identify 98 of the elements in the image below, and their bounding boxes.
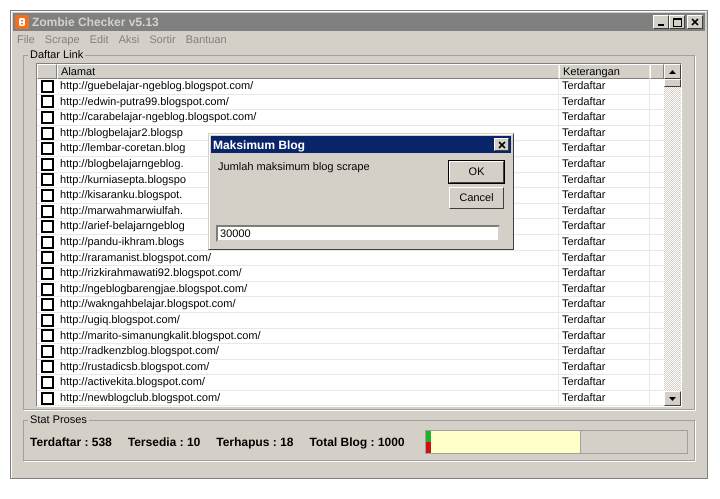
menu-item[interactable]: Edit	[90, 34, 109, 46]
table-cell: http://blogbelajarngeblog.	[60, 158, 184, 170]
maximize-button[interactable]	[669, 15, 685, 29]
checkbox[interactable]	[40, 266, 54, 280]
scrollbar[interactable]	[664, 64, 681, 406]
stat-label: Tersedia : 10	[128, 435, 200, 450]
table-cell: http://kisaranku.blogspot.	[60, 189, 182, 202]
table-cell: Terdaftar	[562, 345, 606, 358]
checkbox[interactable]	[40, 80, 54, 93]
app-icon	[15, 15, 29, 29]
table-cell: http://kurniasepta.blogspo	[60, 174, 186, 186]
table-cell: Terdaftar	[562, 204, 606, 217]
input-field[interactable]: 30000	[216, 225, 500, 242]
scroll-up-button[interactable]	[664, 64, 681, 79]
table-cell: http://ngeblogbarengjae.blogspot.com/	[60, 282, 248, 295]
table-cell: http://activekita.blogspot.com/	[60, 376, 205, 388]
dialog-button[interactable]: OK	[449, 161, 504, 183]
table-cell: Terdaftar	[562, 220, 606, 232]
column-header[interactable]: Alamat	[57, 64, 559, 79]
table-cell: Terdaftar	[562, 330, 606, 342]
scroll-down-button[interactable]	[664, 391, 681, 406]
table-cell: Terdaftar	[562, 252, 606, 264]
table-cell: http://marwahmarwiulfah.	[60, 204, 183, 217]
menu-item[interactable]: Bantuan	[186, 34, 227, 46]
group-title: Daftar Link	[29, 49, 84, 61]
checkbox[interactable]	[40, 282, 54, 296]
checkbox[interactable]	[40, 314, 54, 327]
table-cell: Terdaftar	[562, 174, 606, 186]
table-cell: Terdaftar	[562, 267, 606, 280]
table-cell: http://lembar-coretan.blog	[60, 142, 186, 154]
table-cell: Terdaftar	[562, 96, 606, 108]
table-cell: Terdaftar	[562, 360, 606, 373]
checkbox[interactable]	[40, 204, 54, 218]
checkbox[interactable]	[40, 298, 54, 312]
checkbox[interactable]	[40, 158, 54, 171]
column-header[interactable]: Keterangan	[559, 64, 650, 79]
table-cell: http://newblogclub.blogspot.com/	[60, 392, 220, 404]
menu-item[interactable]: Scrape	[44, 34, 80, 46]
checkbox[interactable]	[40, 95, 54, 108]
table-cell: http://blogbelajar2.blogsp	[60, 126, 183, 139]
table-cell: Terdaftar	[562, 142, 606, 154]
table-cell: http://wakngahbelajar.blogspot.com/	[60, 298, 236, 310]
minimize-button[interactable]	[653, 15, 669, 29]
dialog-title: Maksimum Blog	[213, 138, 306, 152]
scroll-thumb[interactable]	[664, 79, 681, 87]
table-cell: http://carabelajar-ngeblog.blogspot.com/	[60, 111, 256, 124]
table-cell: Terdaftar	[562, 158, 606, 170]
window-title: Zombie Checker v5.13	[32, 15, 160, 29]
table-cell: Terdaftar	[562, 80, 606, 92]
stat-label: Terdaftar : 538	[30, 435, 112, 450]
status-marker-icon	[426, 431, 431, 454]
dialog-button[interactable]: Cancel	[449, 187, 504, 209]
table-cell: Terdaftar	[562, 189, 606, 202]
menu-item[interactable]: File	[17, 34, 35, 46]
table-cell: http://raramanist.blogspot.com/	[60, 252, 212, 264]
close-icon	[498, 140, 506, 148]
table-cell: Terdaftar	[562, 282, 606, 295]
checkbox[interactable]	[40, 142, 54, 156]
menu-item[interactable]: Sortir	[149, 34, 176, 46]
checkbox[interactable]	[40, 110, 54, 124]
table-cell: http://radkenzblog.blogspot.com/	[60, 345, 219, 358]
table-cell: http://ugiq.blogspot.com/	[60, 314, 180, 326]
table-cell: Terdaftar	[562, 298, 606, 310]
table-cell: http://rizkirahmawati92.blogspot.com/	[60, 267, 242, 280]
prompt-text: Jumlah maksimum blog scrape	[218, 161, 370, 175]
table-cell: Terdaftar	[562, 111, 606, 124]
checkbox[interactable]	[40, 360, 54, 374]
checkbox[interactable]	[40, 329, 54, 342]
group-title: Stat Proses	[29, 414, 88, 426]
stat-label: Total Blog : 1000	[309, 435, 405, 450]
checkbox[interactable]	[40, 376, 54, 390]
table-cell: Terdaftar	[562, 392, 606, 404]
close-icon	[691, 18, 699, 26]
down-arrow-icon	[669, 396, 676, 401]
checkbox[interactable]	[40, 188, 54, 202]
up-arrow-icon	[669, 70, 676, 74]
table-cell: Terdaftar	[562, 376, 606, 388]
checkbox[interactable]	[40, 392, 54, 405]
table-cell: Terdaftar	[562, 126, 606, 139]
table-cell: Terdaftar	[562, 314, 606, 326]
checkbox[interactable]	[40, 220, 54, 234]
menu-item[interactable]: Aksi	[118, 34, 140, 46]
table-cell: http://marito-simanungkalit.blogspot.com/	[60, 330, 261, 342]
checkbox[interactable]	[40, 251, 54, 264]
table-cell: http://arief-belajarngeblog	[60, 220, 185, 232]
table-cell: http://edwin-putra99.blogspot.com/	[60, 96, 229, 108]
maximize-icon	[672, 18, 682, 26]
table-cell: http://rustadicsb.blogspot.com/	[60, 360, 210, 373]
checkbox[interactable]	[40, 344, 54, 358]
checkbox[interactable]	[40, 126, 54, 140]
table-cell: Terdaftar	[562, 236, 606, 248]
close-button[interactable]	[494, 138, 509, 151]
table-cell: http://guebelajar-ngeblog.blogspot.com/	[60, 80, 254, 92]
checkbox[interactable]	[40, 236, 54, 249]
table-cell: http://pandu-ikhram.blogs	[60, 236, 184, 248]
stat-label: Terhapus : 18	[216, 435, 294, 450]
checkbox[interactable]	[40, 173, 54, 186]
close-button[interactable]	[687, 15, 703, 29]
